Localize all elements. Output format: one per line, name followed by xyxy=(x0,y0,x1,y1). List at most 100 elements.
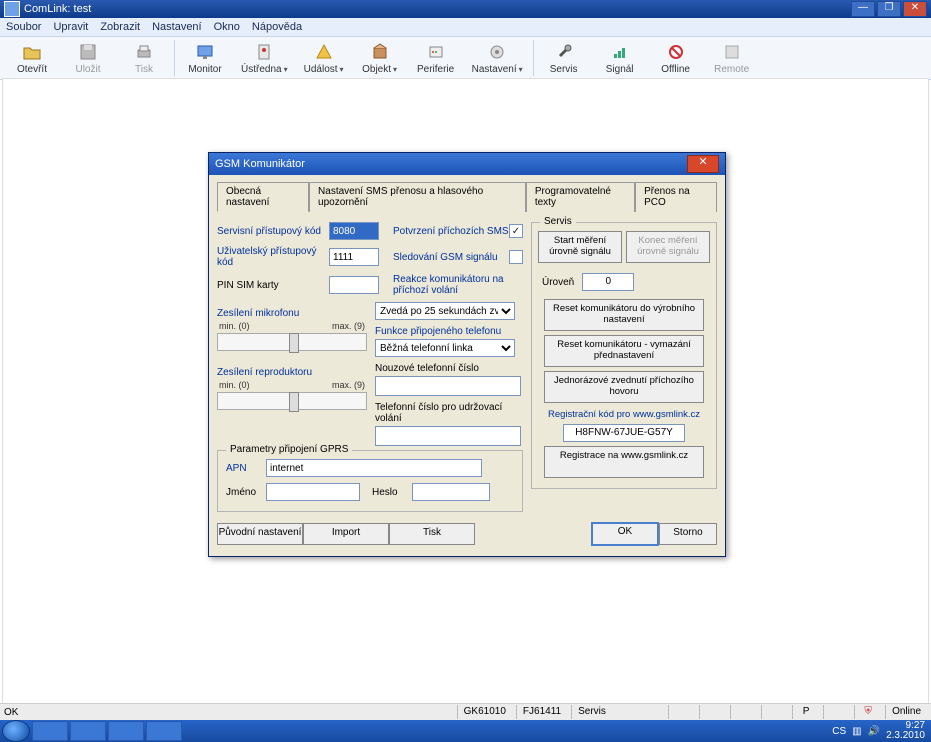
tb-nastaveni[interactable]: Nastavení▾ xyxy=(464,40,531,77)
status-alert-icon: ⛨ xyxy=(854,705,881,719)
statusbar: OK GK61010 FJ61411 Servis P ⛨ Online xyxy=(0,703,931,720)
tb-signal[interactable]: Signál xyxy=(592,40,648,77)
jednoraz-button[interactable]: Jednorázové zvednutí příchozího hovoru xyxy=(544,371,704,403)
tab-texty[interactable]: Programovatelné texty xyxy=(526,182,635,212)
puvodni-button[interactable]: Původní nastavení xyxy=(217,523,303,545)
tb-objekt[interactable]: Objekt▾ xyxy=(352,40,408,77)
pin-input[interactable] xyxy=(329,276,379,294)
udrz-input[interactable] xyxy=(375,426,521,446)
tb-periferie[interactable]: Periferie xyxy=(408,40,464,77)
maximize-button[interactable]: ❐ xyxy=(877,1,901,17)
dialog-titlebar: GSM Komunikátor ✕ xyxy=(209,153,725,175)
menu-zobrazit[interactable]: Zobrazit xyxy=(100,21,140,33)
task-comlink[interactable] xyxy=(146,721,182,741)
tab-obecna[interactable]: Obecná nastavení xyxy=(217,182,309,212)
ok-button[interactable]: OK xyxy=(591,522,659,546)
lbl-udrz: Telefonní číslo pro udržovací volání xyxy=(375,402,523,424)
tray-lang[interactable]: CS xyxy=(832,726,846,737)
status-ok: OK xyxy=(4,707,18,718)
lbl-apn: APN xyxy=(226,463,266,474)
status-box5 xyxy=(823,705,850,719)
lbl-spk: Zesílení reproduktoru xyxy=(217,367,367,378)
tab-sms[interactable]: Nastavení SMS přenosu a hlasového upozor… xyxy=(309,182,526,212)
lbl-heslo: Heslo xyxy=(372,487,412,498)
mic-slider[interactable]: min. (0)max. (9) xyxy=(217,321,367,353)
status-online: Online xyxy=(885,705,927,719)
tb-print[interactable]: Tisk xyxy=(116,40,172,77)
reset-vyrobni-button[interactable]: Reset komunikátoru do výrobního nastaven… xyxy=(544,299,704,331)
dialog-close-button[interactable]: ✕ xyxy=(687,155,719,173)
menu-okno[interactable]: Okno xyxy=(214,21,240,33)
reakce-select[interactable]: Zvedá po 25 sekundách zvonění xyxy=(375,302,515,320)
konec-mereni-button[interactable]: Konec měření úrovně signálu xyxy=(626,231,710,263)
potvr-sms-checkbox[interactable]: ✓ xyxy=(509,224,523,238)
lbl-uroven: Úroveň xyxy=(542,277,574,288)
start-mereni-button[interactable]: Start měření úrovně signálu xyxy=(538,231,622,263)
gprs-group: Parametry připojení GPRS APN Jméno Heslo xyxy=(217,450,523,512)
status-box4 xyxy=(761,705,788,719)
tb-ustredna[interactable]: Ústředna▾ xyxy=(233,40,296,77)
menu-nastaveni[interactable]: Nastavení xyxy=(152,21,202,33)
tb-save[interactable]: Uložit xyxy=(60,40,116,77)
task-ie[interactable] xyxy=(32,721,68,741)
import-button[interactable]: Import xyxy=(303,523,389,545)
menu-soubor[interactable]: Soubor xyxy=(6,21,41,33)
close-button[interactable]: ✕ xyxy=(903,1,927,17)
tb-monitor[interactable]: Monitor xyxy=(177,40,233,77)
task-media[interactable] xyxy=(108,721,144,741)
lbl-nouz: Nouzové telefonní číslo xyxy=(375,363,523,374)
app-title: ComLink: test xyxy=(24,3,91,15)
heslo-input[interactable] xyxy=(412,483,490,501)
servis-kod-input[interactable] xyxy=(329,222,379,240)
menu-upravit[interactable]: Upravit xyxy=(53,21,88,33)
tb-udalost[interactable]: Událost▾ xyxy=(296,40,352,77)
uroven-value: 0 xyxy=(582,273,634,291)
app-titlebar: ComLink: test — ❐ ✕ xyxy=(0,0,931,18)
lbl-mic: Zesílení mikrofonu xyxy=(217,308,367,319)
lbl-reakce: Reakce komunikátoru na příchozí volání xyxy=(393,274,523,296)
tb-offline[interactable]: Offline xyxy=(648,40,704,77)
spk-slider[interactable]: min. (0)max. (9) xyxy=(217,380,367,412)
tab-pco[interactable]: Přenos na PCO xyxy=(635,182,717,212)
tb-servis[interactable]: Servis xyxy=(536,40,592,77)
jmeno-input[interactable] xyxy=(266,483,360,501)
status-box2 xyxy=(699,705,726,719)
tb-open[interactable]: Otevřít xyxy=(4,40,60,77)
reset-pred-button[interactable]: Reset komunikátoru - vymazání přednastav… xyxy=(544,335,704,367)
storno-button[interactable]: Storno xyxy=(659,523,717,545)
menubar: Soubor Upravit Zobrazit Nastavení Okno N… xyxy=(0,18,931,37)
servis-group: Servis Start měření úrovně signálu Konec… xyxy=(531,222,717,489)
menu-napoveda[interactable]: Nápověda xyxy=(252,21,302,33)
app-icon xyxy=(4,1,20,17)
funkce-select[interactable]: Běžná telefonní linka xyxy=(375,339,515,357)
registrace-button[interactable]: Registrace na www.gsmlink.cz xyxy=(544,446,704,478)
minimize-button[interactable]: — xyxy=(851,1,875,17)
lbl-reg-kod: Registrační kód pro www.gsmlink.cz xyxy=(538,409,710,420)
lbl-potvr-sms: Potvrzení příchozích SMS xyxy=(393,226,509,237)
lbl-servis-kod: Servisní přístupový kód xyxy=(217,226,329,237)
tray-volume-icon[interactable]: 🔊 xyxy=(868,726,880,737)
tray-clock[interactable]: 9:27 2.3.2010 xyxy=(886,721,925,741)
lbl-pin: PIN SIM karty xyxy=(217,280,329,291)
reg-kod-value: H8FNW-67JUE-G57Y xyxy=(563,424,685,442)
lbl-uziv-kod: Uživatelský přístupový kód xyxy=(217,246,329,268)
task-explorer[interactable] xyxy=(70,721,106,741)
taskbar: CS ▥ 🔊 9:27 2.3.2010 xyxy=(0,720,931,742)
servis-legend: Servis xyxy=(540,216,576,227)
status-p: P xyxy=(792,705,819,719)
lbl-funkce-tel: Funkce připojeného telefonu xyxy=(375,326,523,337)
uziv-kod-input[interactable] xyxy=(329,248,379,266)
nouz-input[interactable] xyxy=(375,376,521,396)
lbl-jmeno: Jméno xyxy=(226,487,266,498)
tray-flag-icon: ▥ xyxy=(852,726,861,737)
toolbar: Otevřít Uložit Tisk Monitor Ústředna▾ Ud… xyxy=(0,37,931,80)
start-button[interactable] xyxy=(2,720,30,742)
apn-input[interactable] xyxy=(266,459,482,477)
tb-remote[interactable]: Remote xyxy=(704,40,760,77)
lbl-sled-gsm: Sledování GSM signálu xyxy=(393,252,498,263)
status-code2: FJ61411 xyxy=(516,705,567,719)
tisk-button[interactable]: Tisk xyxy=(389,523,475,545)
status-code1: GK61010 xyxy=(457,705,512,719)
gprs-legend: Parametry připojení GPRS xyxy=(226,444,352,455)
sled-gsm-checkbox[interactable] xyxy=(509,250,523,264)
